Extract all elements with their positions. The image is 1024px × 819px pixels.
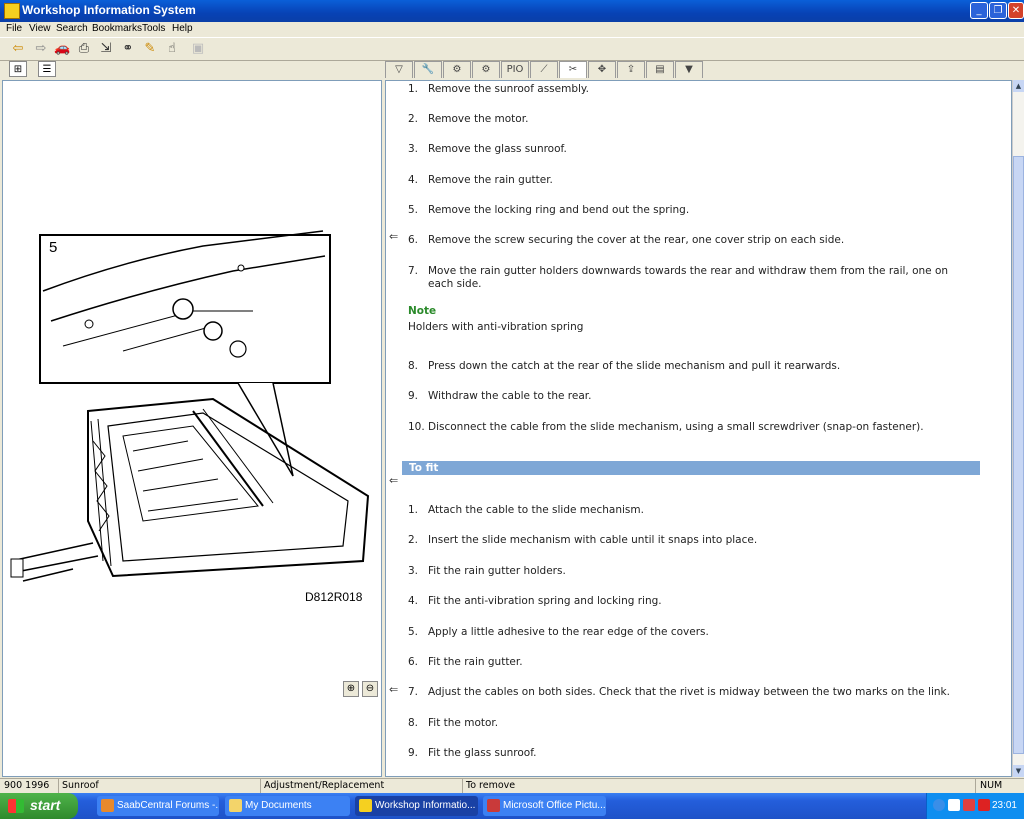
binoculars-icon[interactable]: ⚭	[120, 41, 136, 57]
image-icon[interactable]: ▣	[190, 41, 206, 57]
content-tab-bar: ▽ 🔧 ⚙ ⚙ PIO ⟋ ✂ ✥ ⇪ ▤ ▼	[385, 60, 1012, 80]
menu-help[interactable]: Help	[172, 23, 193, 34]
reference-arrow-icon[interactable]: ⇐	[389, 475, 403, 486]
pointer-icon[interactable]: ☝	[164, 41, 180, 57]
forward-arrow-icon[interactable]: ⇨	[33, 41, 49, 57]
folder-icon	[229, 799, 242, 812]
callout-number: 5	[49, 239, 57, 256]
tab-move-icon[interactable]: ✥	[588, 61, 616, 78]
vertical-scrollbar[interactable]: ▲ ▼	[1012, 80, 1024, 777]
instructions-pane: 1. Remove the sunroof assembly. 2. Remove …	[385, 80, 1012, 777]
title-bar: Workshop Information System _ ❐ ✕	[0, 0, 1024, 22]
tab-engine-icon[interactable]: ⚙	[443, 61, 471, 78]
tree-view-icon[interactable]: ⊞	[9, 61, 27, 77]
toolbar: ⇦ ⇨ 🚗 ⎙ ⇲ ⚭ ✎ ☝ ▣	[0, 37, 1024, 61]
illustration-code: D812R018	[305, 590, 363, 604]
sunroof-illustration: 5 D812R018	[10, 230, 370, 604]
firefox-icon	[101, 799, 114, 812]
note-heading: Note	[408, 305, 437, 317]
tab-lift-icon[interactable]: ⇪	[617, 61, 645, 78]
tab-gearbox-icon[interactable]: ⚙	[472, 61, 500, 78]
close-button[interactable]: ✕	[1008, 2, 1024, 19]
menu-bookmarks[interactable]: Bookmarks	[92, 23, 142, 34]
menu-tools[interactable]: Tools	[142, 23, 165, 34]
menu-view[interactable]: View	[29, 23, 51, 34]
print-icon[interactable]: ⎙	[76, 41, 92, 57]
minimize-button[interactable]: _	[970, 2, 988, 19]
tab-pio-icon[interactable]: PIO	[501, 61, 529, 78]
status-bar: 900 1996 Sunroof Adjustment/Replacement …	[0, 778, 1024, 793]
illustration-pane: 5 D812R018	[2, 80, 382, 777]
start-button[interactable]: start	[0, 793, 78, 819]
tab-wrench-icon[interactable]: 🔧	[414, 61, 442, 78]
status-numlock: NUM	[980, 780, 1003, 791]
reference-arrow-icon[interactable]: ⇐	[389, 684, 403, 695]
workshop-app-icon	[359, 799, 372, 812]
tab-document-icon[interactable]: ▤	[646, 61, 674, 78]
task-office-picture[interactable]: Microsoft Office Pictu...	[483, 796, 606, 816]
clock: 23:01	[991, 800, 1017, 811]
tab-repair-icon[interactable]: ✂	[559, 61, 587, 78]
tray-security-icon[interactable]	[963, 799, 975, 811]
task-my-documents[interactable]: My Documents	[225, 796, 350, 816]
scroll-up-icon[interactable]: ▲	[1013, 80, 1024, 92]
tray-ati-icon[interactable]	[978, 799, 990, 811]
taskbar: start SaabCentral Forums -... My Documen…	[0, 793, 1024, 819]
status-section: Sunroof	[62, 780, 99, 791]
zoom-out-icon[interactable]: ⊖	[362, 681, 378, 697]
tray-z-icon[interactable]	[948, 799, 960, 811]
reference-arrow-icon[interactable]: ⇐	[389, 231, 403, 242]
status-action: To remove	[466, 780, 516, 791]
status-type: Adjustment/Replacement	[264, 780, 385, 791]
export-icon[interactable]: ⇲	[98, 41, 114, 57]
app-icon	[4, 3, 20, 19]
task-saabcentral[interactable]: SaabCentral Forums -...	[97, 796, 219, 816]
task-workshop[interactable]: Workshop Informatio...	[355, 796, 478, 816]
back-arrow-icon[interactable]: ⇦	[10, 41, 26, 57]
windows-logo-icon	[8, 799, 24, 813]
note-text: Holders with anti-vibration spring	[408, 321, 584, 333]
scroll-down-icon[interactable]: ▼	[1013, 765, 1024, 777]
menu-search[interactable]: Search	[56, 23, 88, 34]
left-tab-bar: ⊞ ☰	[0, 60, 384, 80]
maximize-button[interactable]: ❐	[989, 2, 1007, 19]
menu-file[interactable]: File	[6, 23, 22, 34]
picture-manager-icon	[487, 799, 500, 812]
list-view-icon[interactable]: ☰	[38, 61, 56, 77]
status-model: 900 1996	[4, 780, 50, 791]
car-icon[interactable]: 🚗	[54, 41, 70, 57]
tab-shirt-icon[interactable]: ▼	[675, 61, 703, 78]
to-fit-heading: To fit	[402, 461, 980, 475]
zoom-in-icon[interactable]: ⊕	[343, 681, 359, 697]
window-title: Workshop Information System	[22, 3, 196, 17]
system-tray: 23:01	[926, 793, 1024, 819]
menu-bar: File View Search Bookmarks Tools Help	[0, 22, 1024, 36]
tab-tool-icon[interactable]: ⟋	[530, 61, 558, 78]
scroll-thumb[interactable]	[1013, 156, 1024, 754]
highlighter-icon[interactable]: ✎	[142, 41, 158, 57]
tray-arrow-icon[interactable]	[933, 799, 945, 811]
tab-body-icon[interactable]: ▽	[385, 61, 413, 78]
